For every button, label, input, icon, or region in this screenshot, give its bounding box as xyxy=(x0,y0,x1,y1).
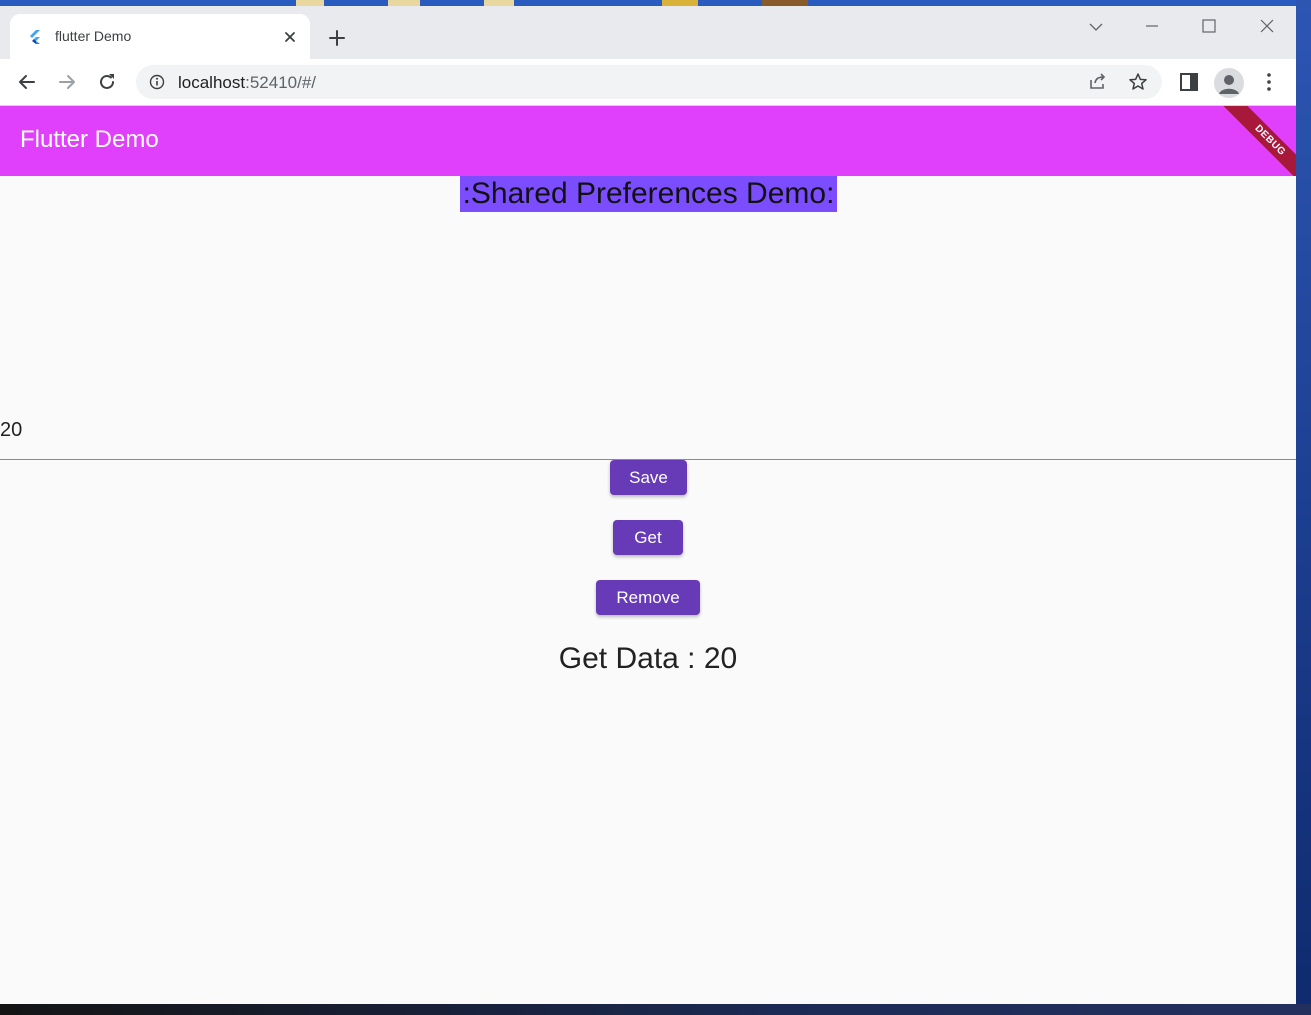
share-icon[interactable] xyxy=(1088,72,1108,92)
address-bar[interactable]: localhost:52410/#/ xyxy=(136,65,1162,99)
url-text: localhost:52410/#/ xyxy=(178,73,316,93)
browser-toolbar: localhost:52410/#/ xyxy=(0,59,1296,106)
profile-avatar-icon[interactable] xyxy=(1214,68,1244,98)
taskbar xyxy=(0,1004,1311,1015)
browser-tab[interactable]: flutter Demo xyxy=(10,14,310,59)
app-bar-title: Flutter Demo xyxy=(20,126,159,153)
new-tab-icon[interactable] xyxy=(328,29,346,47)
maximize-icon[interactable] xyxy=(1199,16,1219,36)
url-host: localhost xyxy=(178,73,246,92)
back-arrow-icon[interactable] xyxy=(16,71,38,93)
tab-title: flutter Demo xyxy=(55,28,132,44)
save-button[interactable]: Save xyxy=(610,460,687,495)
page-title: :Shared Preferences Demo: xyxy=(460,176,837,212)
get-button[interactable]: Get xyxy=(613,520,683,555)
get-data-result: Get Data : 20 xyxy=(558,642,738,675)
app-body: :Shared Preferences Demo: 20 Save Get Re… xyxy=(0,176,1296,1004)
close-tab-icon[interactable] xyxy=(282,29,298,45)
side-panel-icon[interactable] xyxy=(1178,71,1200,93)
remove-button[interactable]: Remove xyxy=(596,580,700,615)
person-icon xyxy=(1219,75,1239,94)
minimize-icon[interactable] xyxy=(1142,16,1162,36)
more-menu-icon[interactable] xyxy=(1258,71,1280,93)
site-info-icon[interactable] xyxy=(149,74,165,90)
flutter-logo-icon xyxy=(30,30,40,44)
bookmark-star-icon[interactable] xyxy=(1128,72,1148,92)
desktop-background xyxy=(1296,0,1311,1015)
reload-icon[interactable] xyxy=(96,71,118,93)
forward-arrow-icon[interactable] xyxy=(56,71,78,93)
number-input-field[interactable]: 20 xyxy=(0,419,22,442)
browser-window: flutter Demo localhost:52410/#/ Flutter … xyxy=(0,6,1296,1004)
tab-search-icon[interactable] xyxy=(1086,16,1106,36)
close-window-icon[interactable] xyxy=(1257,16,1277,36)
app-bar: Flutter Demo DEBUG xyxy=(0,106,1296,176)
debug-banner: DEBUG xyxy=(1218,106,1296,176)
url-path: :52410/#/ xyxy=(245,73,317,92)
tab-strip: flutter Demo xyxy=(0,6,1296,59)
